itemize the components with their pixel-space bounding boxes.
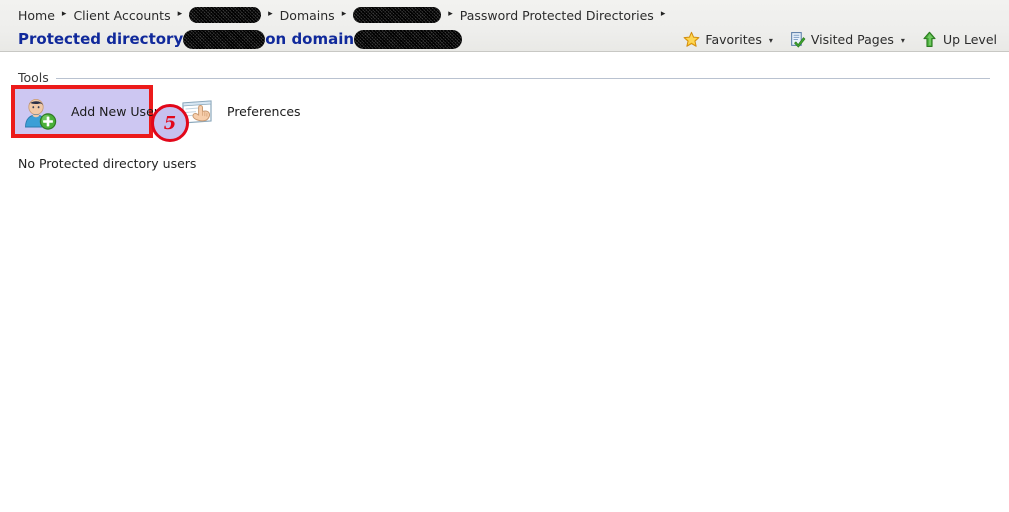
visited-pages-label: Visited Pages bbox=[810, 31, 894, 47]
tools-section-label: Tools bbox=[18, 69, 56, 85]
breadcrumb-item-client-accounts[interactable]: Client Accounts bbox=[73, 8, 170, 23]
up-level-label: Up Level bbox=[942, 31, 997, 47]
page-title-redacted-domain bbox=[354, 29, 463, 49]
tools-section-header: Tools bbox=[18, 69, 990, 85]
header-band: Home ▸ Client Accounts ▸ ▸ Domains ▸ ▸ P… bbox=[0, 0, 1009, 52]
up-level-button[interactable]: Up Level bbox=[921, 31, 997, 48]
chevron-down-icon: ▾ bbox=[900, 35, 905, 45]
content-area: Tools Add New User Preferences 5 No Prot… bbox=[0, 53, 1009, 512]
breadcrumb-item-password-protected-directories[interactable]: Password Protected Directories bbox=[460, 8, 654, 23]
breadcrumb-item-home[interactable]: Home bbox=[18, 8, 55, 23]
breadcrumb-item-redacted-domain[interactable] bbox=[353, 7, 442, 23]
breadcrumb-item-redacted-account[interactable] bbox=[189, 7, 262, 23]
breadcrumb-item-domains[interactable]: Domains bbox=[280, 8, 335, 23]
empty-state-message: No Protected directory users bbox=[18, 156, 197, 171]
page-title-redacted-directory bbox=[183, 29, 266, 49]
breadcrumb-separator-icon: ▸ bbox=[268, 8, 273, 19]
add-user-icon bbox=[21, 94, 57, 130]
section-divider bbox=[55, 77, 990, 79]
add-new-user-button[interactable]: Add New User bbox=[11, 85, 159, 138]
visited-pages-button[interactable]: Visited Pages ▾ bbox=[789, 31, 905, 48]
page-title-part-1: Protected directory bbox=[18, 30, 184, 48]
breadcrumb-separator-icon: ▸ bbox=[660, 8, 666, 19]
up-arrow-icon bbox=[921, 31, 938, 48]
breadcrumb-separator-icon: ▸ bbox=[448, 8, 453, 19]
page-title: Protected directory on domain bbox=[18, 28, 463, 50]
favorites-button[interactable]: Favorites ▾ bbox=[683, 31, 773, 48]
breadcrumb-separator-icon: ▸ bbox=[341, 8, 347, 19]
breadcrumb-separator-icon: ▸ bbox=[61, 8, 67, 19]
visited-pages-icon bbox=[789, 31, 806, 48]
preferences-label: Preferences bbox=[227, 104, 301, 119]
star-icon bbox=[683, 31, 700, 48]
add-new-user-label: Add New User bbox=[71, 104, 159, 119]
page-title-part-2: on domain bbox=[265, 30, 355, 48]
chevron-down-icon: ▾ bbox=[768, 35, 773, 45]
preferences-button[interactable]: Preferences bbox=[169, 85, 309, 138]
annotation-step-number: 5 bbox=[163, 112, 177, 134]
breadcrumb: Home ▸ Client Accounts ▸ ▸ Domains ▸ ▸ P… bbox=[18, 6, 672, 24]
annotation-step-badge: 5 bbox=[151, 104, 189, 142]
header-tools: Favorites ▾ Visited Pages ▾ Up Level bbox=[683, 29, 997, 49]
breadcrumb-separator-icon: ▸ bbox=[177, 8, 183, 19]
favorites-label: Favorites bbox=[705, 31, 762, 47]
